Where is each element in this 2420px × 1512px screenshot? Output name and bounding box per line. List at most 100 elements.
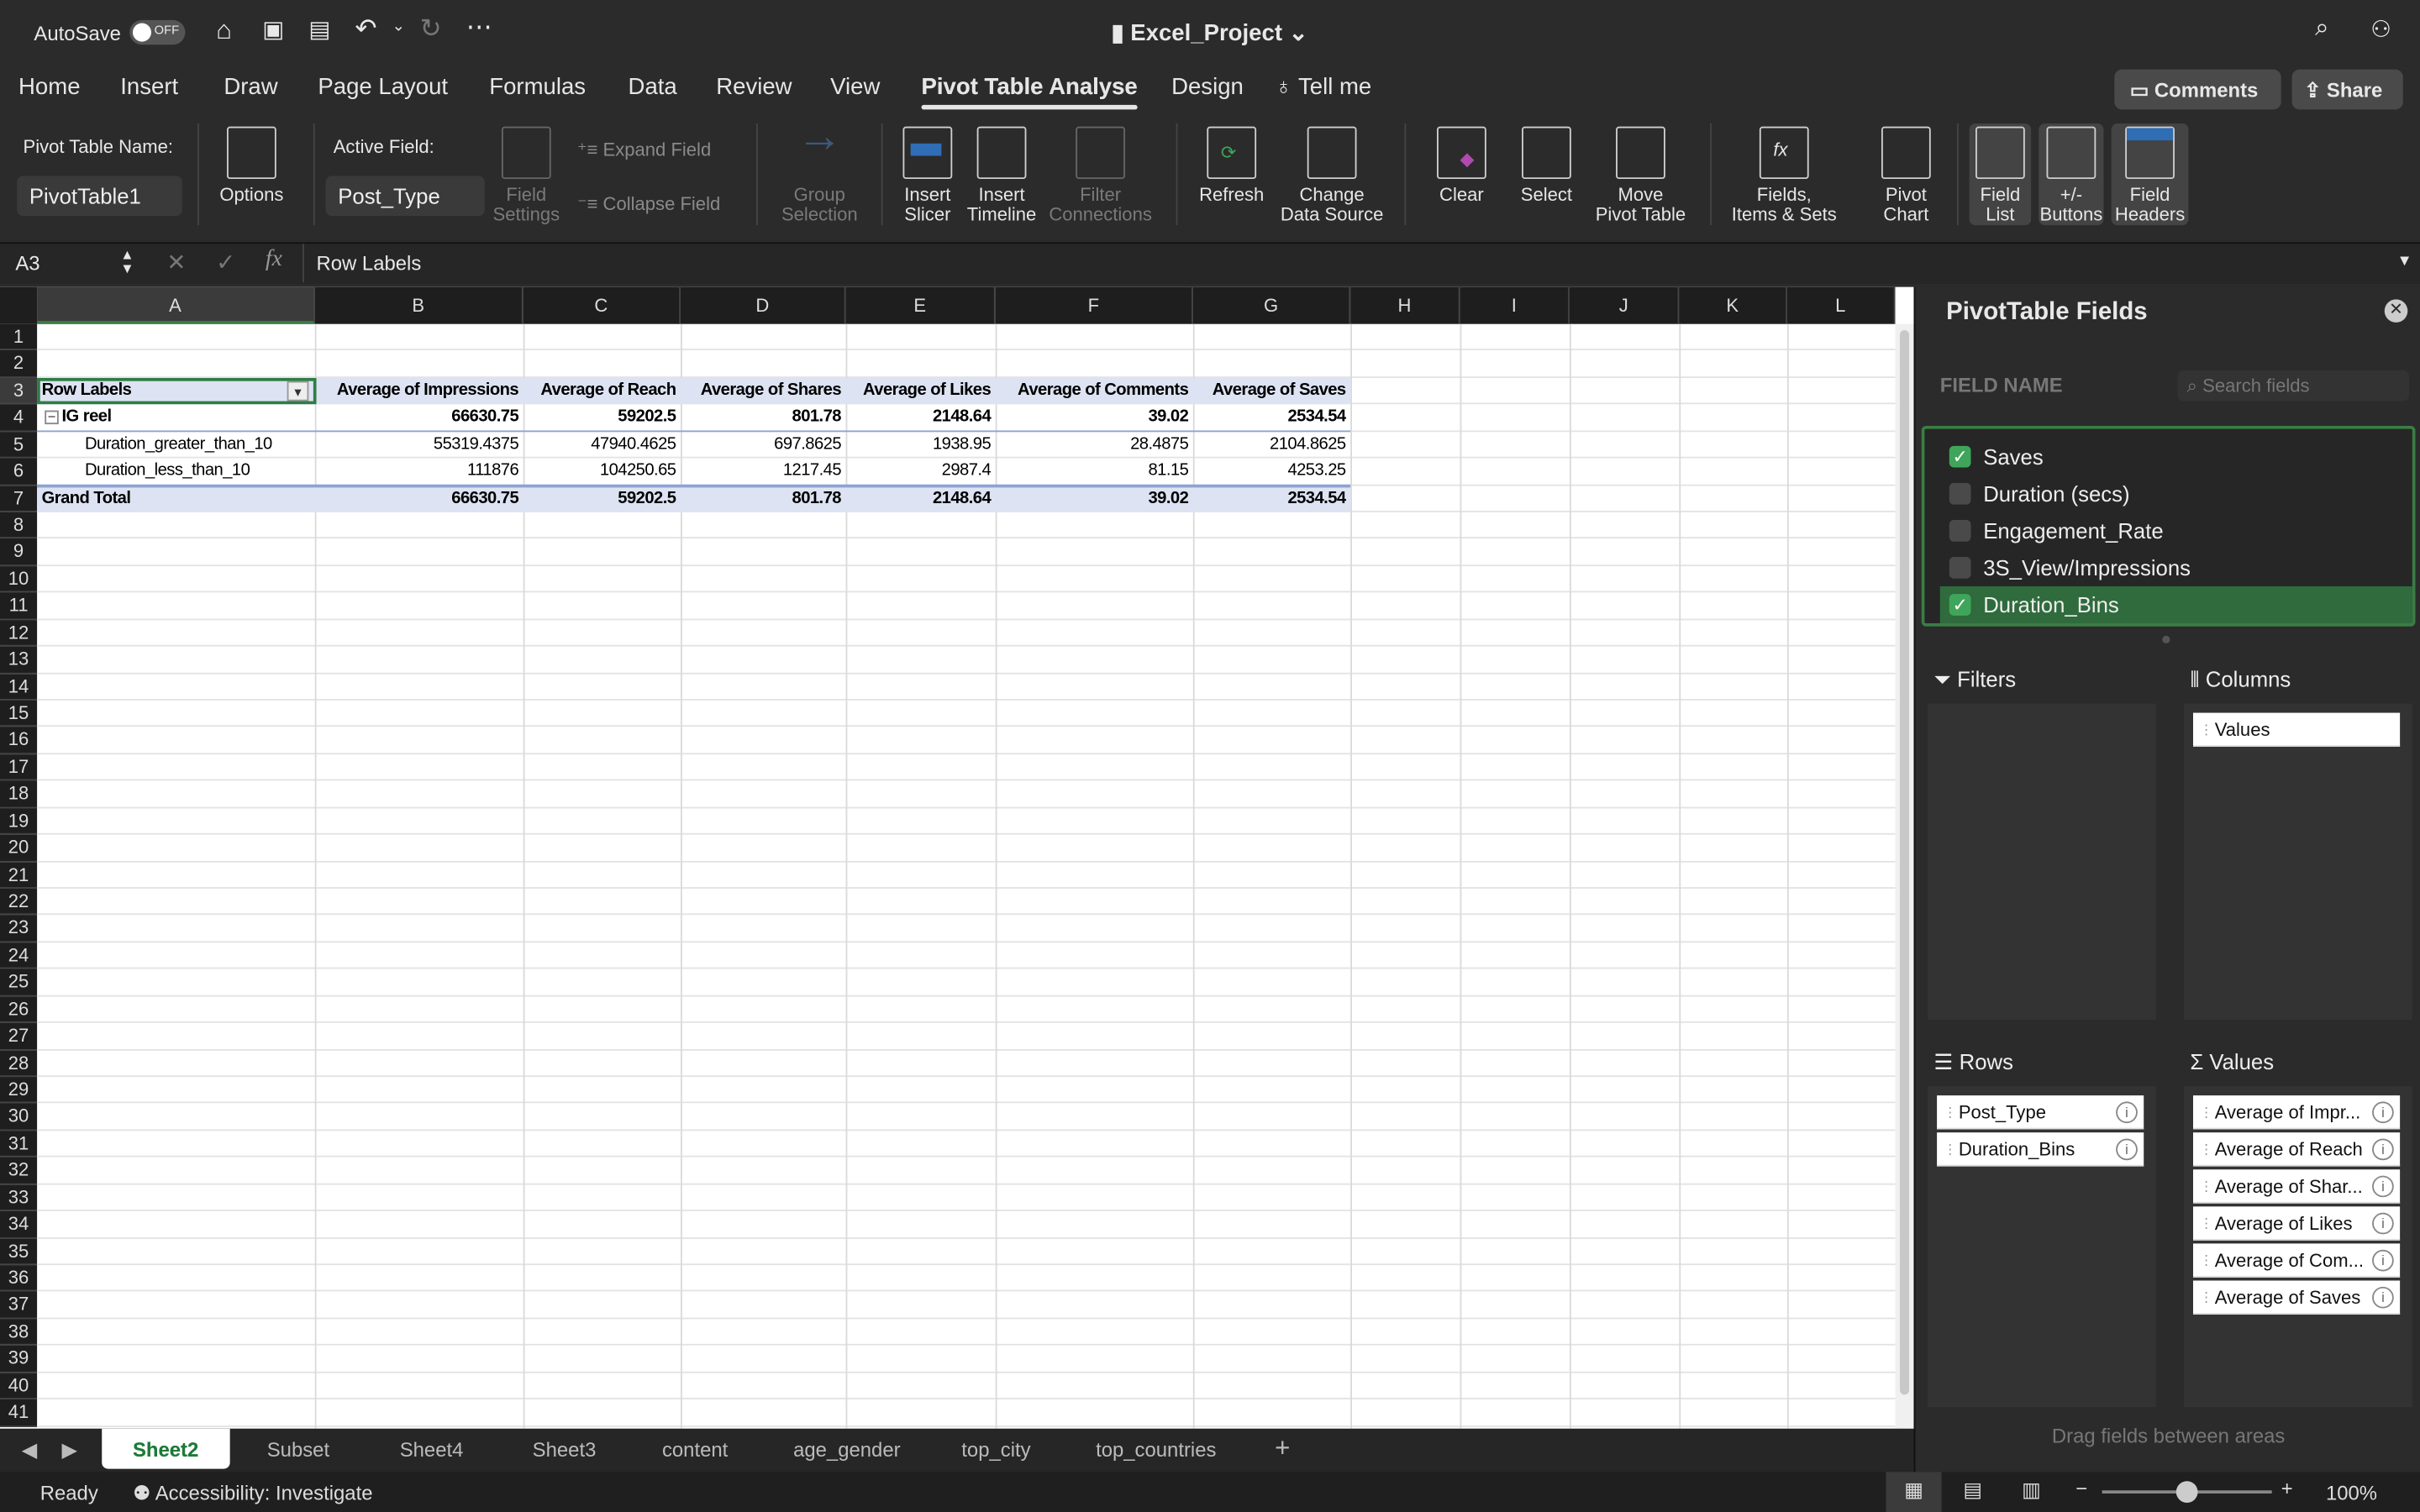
area-field-chip[interactable]: ⋮ Average of Saves i xyxy=(2193,1280,2401,1315)
checkbox[interactable] xyxy=(1949,586,1971,623)
tab-view[interactable]: View xyxy=(830,74,880,100)
pivot-value-cell[interactable]: 2534.54 xyxy=(1193,486,1350,512)
close-panel-icon[interactable]: ✕ xyxy=(2384,299,2408,323)
row-header[interactable]: 18 xyxy=(0,780,38,808)
column-header-B[interactable]: B xyxy=(314,286,523,324)
move-pivot-table-button[interactable]: Move Pivot Table xyxy=(1590,126,1691,226)
column-header-K[interactable]: K xyxy=(1679,286,1787,324)
change-data-source-button[interactable]: Change Data Source xyxy=(1278,126,1386,226)
collapse-icon[interactable]: − xyxy=(45,410,59,425)
spreadsheet-grid[interactable]: A B C D E F G H I J K L 1 2 3 4 5 6 7 8 9 10 11 12 13 14 15 16 17 18 1… xyxy=(0,286,1914,1429)
add-sheet-icon[interactable]: + xyxy=(1275,1433,1290,1464)
area-field-chip[interactable]: ⋮ Average of Impr... i xyxy=(2193,1095,2401,1130)
options-button[interactable]: Options xyxy=(212,126,292,206)
field-item[interactable]: Engagement_Rate xyxy=(1940,512,2412,549)
pivot-name-input[interactable]: PivotTable1 xyxy=(17,176,182,217)
document-title[interactable]: ▮ Excel_Project ⌄ xyxy=(1111,18,1307,46)
tab-home[interactable]: Home xyxy=(18,74,80,100)
pivot-value-cell[interactable]: 59202.5 xyxy=(523,405,681,431)
row-header[interactable]: 10 xyxy=(0,565,38,593)
drag-handle-icon[interactable]: ⋮ xyxy=(2199,1169,2213,1202)
pivot-value-cell[interactable]: 39.02 xyxy=(996,486,1193,512)
pivot-header-cell[interactable]: Average of Impressions xyxy=(315,378,523,404)
info-icon[interactable]: i xyxy=(2372,1101,2394,1124)
row-header[interactable]: 20 xyxy=(0,834,38,862)
search-fields-input[interactable]: ⌕ Search fields xyxy=(2177,370,2410,402)
rows-area[interactable]: ⋮ Post_Type i ⋮ Duration_Bins i xyxy=(1928,1086,2156,1408)
column-header-J[interactable]: J xyxy=(1569,286,1680,324)
save-as-icon[interactable]: ▤ xyxy=(308,15,330,43)
function-icon[interactable]: fx xyxy=(266,247,282,273)
pivot-row-label[interactable]: Duration_greater_than_10 xyxy=(37,432,315,458)
row-header[interactable]: 13 xyxy=(0,646,38,674)
select-button[interactable]: Select xyxy=(1509,126,1583,206)
active-field-input[interactable]: Post_Type xyxy=(325,176,485,217)
pivot-value-cell[interactable]: 47940.4625 xyxy=(523,432,681,458)
search-icon[interactable]: ⌕ xyxy=(2315,15,2328,43)
pivot-value-cell[interactable]: 1938.95 xyxy=(846,432,996,458)
sheet-tab-subset[interactable]: Subset xyxy=(267,1438,329,1462)
comments-button[interactable]: ▭ Comments xyxy=(2114,69,2281,110)
checkbox[interactable] xyxy=(1949,482,1971,505)
name-box[interactable]: A3 xyxy=(15,251,39,275)
row-header[interactable]: 19 xyxy=(0,807,38,835)
sheet-tab-sheet4[interactable]: Sheet4 xyxy=(400,1438,464,1462)
row-header[interactable]: 6 xyxy=(0,458,38,486)
row-header[interactable]: 17 xyxy=(0,753,38,781)
row-header[interactable]: 15 xyxy=(0,700,38,727)
row-header[interactable]: 22 xyxy=(0,888,38,916)
field-item[interactable]: Duration_Bins xyxy=(1939,585,2412,624)
tab-design[interactable]: Design xyxy=(1171,74,1244,100)
collapse-field-button[interactable]: ⁻≡ Collapse Field xyxy=(577,193,720,215)
pivot-value-cell[interactable]: 2148.64 xyxy=(846,486,996,512)
row-header[interactable]: 28 xyxy=(0,1050,38,1078)
filter-connections-button[interactable]: Filter Connections xyxy=(1044,126,1155,226)
prev-sheet-icon[interactable]: ◀ xyxy=(22,1438,37,1462)
drag-handle-icon[interactable]: ⋮ xyxy=(1943,1095,1957,1128)
row-header[interactable]: 29 xyxy=(0,1077,38,1105)
expand-field-button[interactable]: ⁺≡ Expand Field xyxy=(577,139,711,160)
column-header-E[interactable]: E xyxy=(845,286,996,324)
info-icon[interactable]: i xyxy=(2372,1175,2394,1198)
row-header[interactable]: 35 xyxy=(0,1238,38,1266)
autosave-toggle[interactable]: OFF xyxy=(129,19,186,45)
values-area[interactable]: ⋮ Average of Impr... i ⋮ Average of Reach i ⋮ A… xyxy=(2183,1086,2412,1408)
row-header[interactable]: 41 xyxy=(0,1399,38,1427)
tab-insert[interactable]: Insert xyxy=(120,74,178,100)
expand-formula-icon[interactable]: ▼ xyxy=(2396,253,2412,270)
drag-handle-icon[interactable]: ⋮ xyxy=(2199,1095,2213,1128)
next-sheet-icon[interactable]: ▶ xyxy=(61,1438,76,1462)
row-header[interactable]: 1 xyxy=(0,323,38,351)
tell-me[interactable]: ♁ Tell me xyxy=(1275,74,1371,100)
page-layout-view-icon[interactable]: ▤ xyxy=(1963,1478,1982,1503)
info-icon[interactable]: i xyxy=(2116,1101,2138,1124)
tab-formulas[interactable]: Formulas xyxy=(489,74,586,100)
row-header[interactable]: 21 xyxy=(0,861,38,889)
cancel-icon[interactable]: ✕ xyxy=(166,249,186,276)
area-field-chip[interactable]: ⋮ Average of Com... i xyxy=(2193,1243,2401,1278)
insert-timeline-button[interactable]: Insert Timeline xyxy=(965,126,1039,226)
row-header[interactable]: 11 xyxy=(0,592,38,620)
column-header-D[interactable]: D xyxy=(681,286,846,324)
name-box-stepper-icon[interactable]: ▲ ▼ xyxy=(120,248,134,276)
column-header-A[interactable]: A xyxy=(37,286,315,324)
drag-handle-icon[interactable]: ⋮ xyxy=(2199,1280,2213,1313)
area-field-chip[interactable]: ⋮ Values xyxy=(2193,712,2401,747)
row-header[interactable]: 36 xyxy=(0,1265,38,1293)
columns-area[interactable]: ⋮ Values xyxy=(2183,703,2412,1021)
insert-slicer-button[interactable]: Insert Slicer xyxy=(895,126,960,226)
sheet-tab-top_city[interactable]: top_city xyxy=(961,1438,1030,1462)
page-break-view-icon[interactable]: ▥ xyxy=(2022,1478,2041,1503)
area-field-chip[interactable]: ⋮ Average of Reach i xyxy=(2193,1132,2401,1167)
pivot-chart-button[interactable]: Pivot Chart xyxy=(1870,126,1941,226)
enter-icon[interactable]: ✓ xyxy=(216,249,235,276)
pivot-value-cell[interactable]: 2987.4 xyxy=(846,459,996,485)
field-item[interactable]: 3S_View/Impressions xyxy=(1940,549,2412,586)
info-icon[interactable]: i xyxy=(2116,1138,2138,1161)
undo-icon[interactable]: ↶ xyxy=(355,14,376,45)
home-icon[interactable]: ⌂ xyxy=(216,15,232,46)
pivot-value-cell[interactable]: 697.8625 xyxy=(681,432,846,458)
row-header[interactable]: 7 xyxy=(0,485,38,512)
row-header[interactable]: 24 xyxy=(0,942,38,970)
redo-icon[interactable]: ↻ xyxy=(420,14,442,45)
